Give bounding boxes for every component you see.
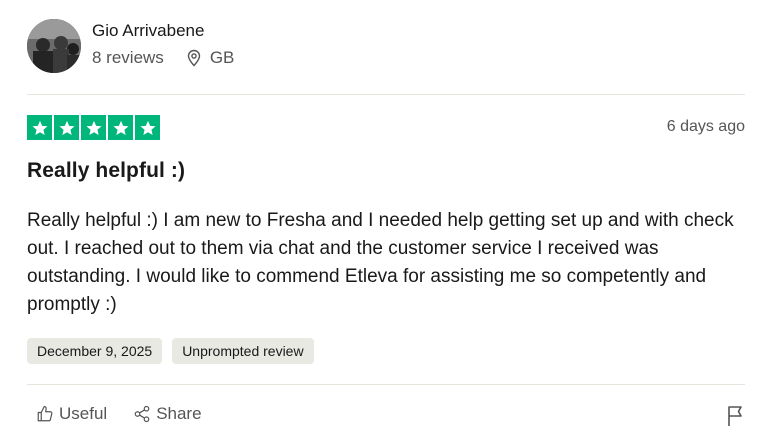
country-code: GB [209, 48, 235, 67]
review-title[interactable]: Really helpful :) [27, 159, 185, 183]
location-pin-icon [187, 49, 201, 67]
flag-icon [728, 406, 742, 426]
avatar[interactable] [27, 19, 81, 73]
share-button[interactable]: Share [133, 404, 202, 424]
star-rating [27, 115, 160, 140]
reviewer-name[interactable]: Gio Arrivabene [92, 21, 204, 41]
unprompted-review-badge[interactable]: Unprompted review [172, 338, 314, 364]
review-body: Really helpful :) I am new to Fresha and… [27, 210, 734, 315]
star-icon [27, 115, 52, 140]
reviewer-meta: 8 reviews GB [92, 48, 234, 68]
star-icon [54, 115, 79, 140]
star-icon [108, 115, 133, 140]
review-date-relative: 6 days ago [666, 118, 745, 135]
review-tags: December 9, 2025 Unprompted review [27, 338, 314, 364]
review-card: Gio Arrivabene 8 reviews GB 6 days ago R… [27, 0, 745, 446]
divider [27, 94, 745, 95]
star-icon [135, 115, 160, 140]
experience-date-badge: December 9, 2025 [27, 338, 163, 364]
share-label: Share [156, 404, 202, 423]
share-icon [134, 405, 150, 423]
useful-label: Useful [59, 404, 108, 423]
reviewer-location: GB [186, 48, 235, 68]
review-count: 8 reviews [92, 48, 164, 67]
review-actions: Useful Share [36, 404, 202, 424]
star-icon [81, 115, 106, 140]
thumbs-up-icon [37, 405, 53, 422]
divider [27, 384, 745, 385]
report-button[interactable] [727, 405, 745, 432]
useful-button[interactable]: Useful [36, 404, 107, 424]
